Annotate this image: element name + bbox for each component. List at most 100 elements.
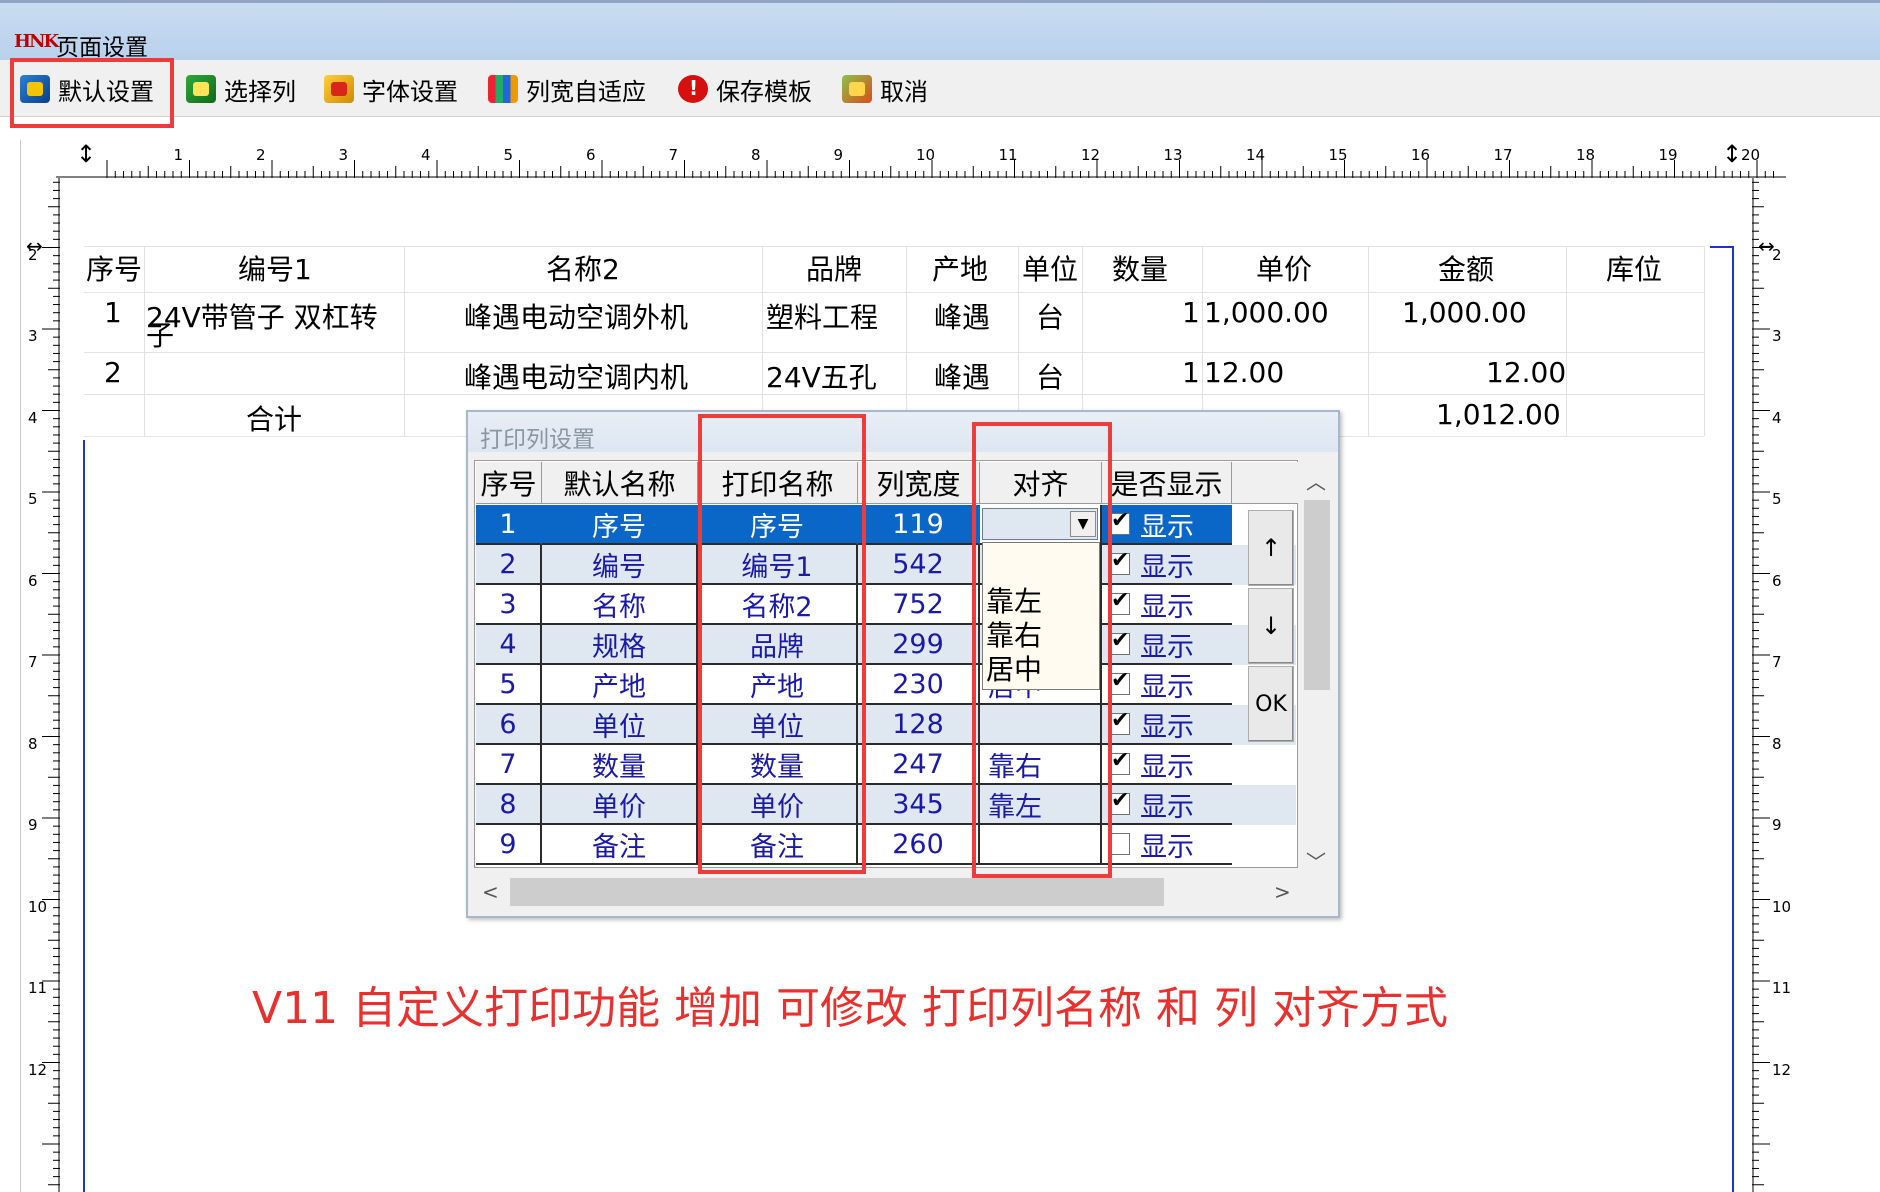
grid-cell-width[interactable]: 752: [858, 585, 980, 625]
top-ruler-number: 18: [1576, 146, 1596, 164]
grid-cell-print[interactable]: 序号: [698, 505, 858, 545]
grid-cell-print[interactable]: 编号1: [698, 545, 858, 585]
grid-cell-align[interactable]: 靠右: [980, 745, 1102, 785]
select-columns-button[interactable]: 选择列: [186, 68, 296, 110]
grid-cell-no[interactable]: 3: [476, 585, 542, 625]
top-ruler-right-margin-handle[interactable]: ↕: [1722, 140, 1742, 168]
move-up-button[interactable]: ↑: [1248, 510, 1294, 586]
grid-cell-default[interactable]: 产地: [542, 665, 698, 705]
grid-cell-no[interactable]: 7: [476, 745, 542, 785]
grid-cell-print[interactable]: 产地: [698, 665, 858, 705]
visible-label: 显示: [1140, 511, 1194, 543]
scroll-up-arrow-icon[interactable]: ︿: [1306, 466, 1326, 495]
scroll-down-arrow-icon[interactable]: ﹀: [1306, 846, 1326, 875]
save-template-button[interactable]: 保存模板: [678, 68, 812, 110]
grid-header-print-name[interactable]: 打印名称: [698, 462, 858, 504]
grid-cell-default[interactable]: 规格: [542, 625, 698, 665]
top-ruler-left-margin-handle[interactable]: ↕: [76, 140, 96, 168]
visible-checkbox[interactable]: [1110, 708, 1130, 735]
side-ruler-number: 8: [28, 734, 38, 753]
visible-checkbox[interactable]: [1110, 548, 1130, 575]
grid-cell-print[interactable]: 品牌: [698, 625, 858, 665]
grid-cell-no[interactable]: 4: [476, 625, 542, 665]
grid-cell-show[interactable]: 显示: [1102, 825, 1232, 865]
grid-header-no[interactable]: 序号: [476, 462, 542, 504]
grid-cell-align[interactable]: 靠左: [980, 785, 1102, 825]
grid-cell-no[interactable]: 5: [476, 665, 542, 705]
grid-cell-default[interactable]: 备注: [542, 825, 698, 865]
grid-cell-show[interactable]: 显示: [1102, 705, 1232, 745]
grid-cell-show[interactable]: 显示: [1102, 505, 1232, 545]
grid-cell-show[interactable]: 显示: [1102, 545, 1232, 585]
side-ruler-number: 3: [1772, 327, 1782, 345]
scroll-left-arrow-icon[interactable]: <: [482, 880, 499, 904]
ok-button[interactable]: OK: [1248, 666, 1294, 742]
grid-cell-width[interactable]: 128: [858, 705, 980, 745]
side-ruler-number: 8: [1772, 734, 1782, 753]
autofit-width-button[interactable]: 列宽自适应: [488, 68, 646, 110]
visible-checkbox[interactable]: [1110, 788, 1130, 815]
preview-row1-amount: 1,000.00: [1402, 296, 1527, 329]
grid-cell-no[interactable]: 8: [476, 785, 542, 825]
grid-header-default-name[interactable]: 默认名称: [542, 462, 698, 504]
grid-cell-show[interactable]: 显示: [1102, 745, 1232, 785]
grid-cell-print[interactable]: 单价: [698, 785, 858, 825]
grid-cell-show[interactable]: 显示: [1102, 665, 1232, 705]
grid-cell-default[interactable]: 数量: [542, 745, 698, 785]
grid-cell-width[interactable]: 345: [858, 785, 980, 825]
grid-cell-width[interactable]: 260: [858, 825, 980, 865]
visible-label: 显示: [1140, 631, 1194, 663]
grid-cell-show[interactable]: 显示: [1102, 625, 1232, 665]
grid-vertical-scroll-thumb[interactable]: [1304, 500, 1330, 690]
grid-cell-width[interactable]: 119: [858, 505, 980, 545]
right-ruler-margin-handle[interactable]: ↔: [1758, 234, 1775, 258]
cancel-button[interactable]: 取消: [842, 68, 928, 110]
grid-cell-no[interactable]: 1: [476, 505, 542, 545]
grid-cell-width[interactable]: 247: [858, 745, 980, 785]
font-settings-button[interactable]: 字体设置: [324, 68, 458, 110]
grid-cell-default[interactable]: 单价: [542, 785, 698, 825]
grid-header-width[interactable]: 列宽度: [858, 462, 980, 504]
scroll-right-arrow-icon[interactable]: >: [1274, 880, 1291, 904]
top-ruler-number: 1: [173, 146, 184, 164]
grid-cell-print[interactable]: 数量: [698, 745, 858, 785]
grid-cell-show[interactable]: 显示: [1102, 585, 1232, 625]
visible-checkbox[interactable]: [1110, 668, 1130, 695]
grid-header-visible[interactable]: 是否显示: [1102, 462, 1232, 504]
grid-cell-no[interactable]: 2: [476, 545, 542, 585]
grid-cell-no[interactable]: 6: [476, 705, 542, 745]
visible-checkbox[interactable]: [1110, 748, 1130, 775]
grid-cell-default[interactable]: 序号: [542, 505, 698, 545]
grid-cell-print[interactable]: 单位: [698, 705, 858, 745]
grid-cell-width[interactable]: 299: [858, 625, 980, 665]
visible-checkbox[interactable]: [1110, 628, 1130, 655]
grid-cell-align[interactable]: [980, 705, 1102, 745]
visible-checkbox[interactable]: [1110, 833, 1130, 855]
grid-cell-default[interactable]: 编号: [542, 545, 698, 585]
grid-cell-no[interactable]: 9: [476, 825, 542, 865]
visible-checkbox[interactable]: [1110, 508, 1130, 535]
visible-checkbox[interactable]: [1110, 588, 1130, 615]
side-ruler-number: 6: [1772, 571, 1782, 590]
grid-cell-default[interactable]: 名称: [542, 585, 698, 625]
grid-cell-show[interactable]: 显示: [1102, 785, 1232, 825]
grid-cell-width[interactable]: 230: [858, 665, 980, 705]
grid-cell-print[interactable]: 备注: [698, 825, 858, 865]
font-settings-label: 字体设置: [362, 77, 458, 106]
grid-header-align[interactable]: 对齐: [980, 462, 1102, 504]
grid-cell-width[interactable]: 542: [858, 545, 980, 585]
left-ruler-margin-handle[interactable]: ↔: [26, 234, 43, 258]
top-ruler-number: 13: [1163, 146, 1183, 164]
move-down-button[interactable]: ↓: [1248, 588, 1294, 664]
align-option-center[interactable]: 居中: [986, 648, 1042, 688]
left-ruler[interactable]: [20, 178, 60, 1192]
preview-row1-code-wrap: 子: [146, 319, 175, 352]
chevron-down-icon[interactable]: ▼: [1070, 511, 1096, 537]
grid-cell-default[interactable]: 单位: [542, 705, 698, 745]
grid-cell-align[interactable]: [980, 825, 1102, 865]
grid-horizontal-scroll-thumb[interactable]: [510, 878, 1164, 906]
top-ruler-number: 4: [421, 146, 431, 164]
default-settings-button[interactable]: 默认设置: [20, 68, 154, 110]
dialog-title-bar[interactable]: [468, 412, 1338, 452]
grid-cell-print[interactable]: 名称2: [698, 585, 858, 625]
